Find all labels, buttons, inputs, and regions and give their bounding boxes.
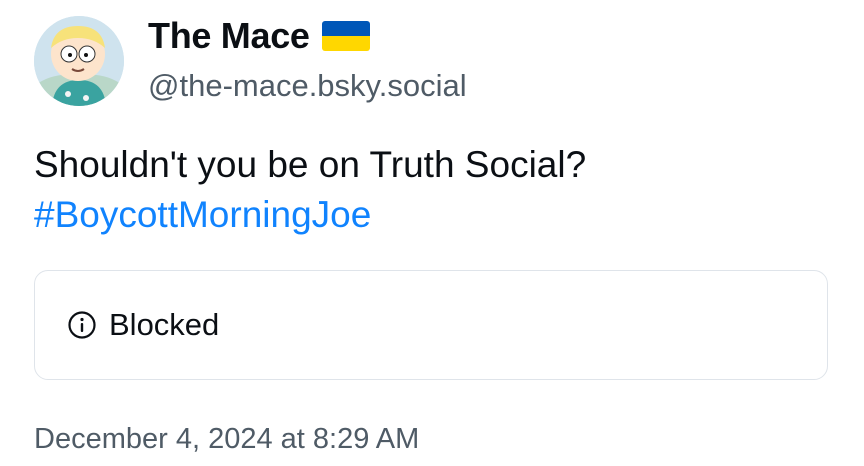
ukraine-flag-icon: [321, 21, 370, 51]
author-name-row: The Mace: [148, 14, 467, 58]
info-circle-icon: [67, 310, 97, 340]
avatar[interactable]: [34, 16, 124, 106]
cartoon-character-avatar-icon: [34, 16, 124, 106]
post-text: Shouldn't you be on Truth Social?: [34, 144, 587, 185]
author-display-name[interactable]: The Mace: [148, 14, 310, 58]
blocked-quote-card: Blocked: [34, 270, 828, 380]
hashtag-link[interactable]: #BoycottMorningJoe: [34, 190, 586, 240]
post-author: The Mace @the-mace.bsky.social: [148, 14, 467, 106]
author-handle[interactable]: @the-mace.bsky.social: [148, 66, 467, 106]
post-timestamp: December 4, 2024 at 8:29 AM: [34, 423, 420, 455]
post-body: Shouldn't you be on Truth Social? #Boyco…: [34, 140, 586, 240]
blocked-label: Blocked: [109, 307, 220, 342]
